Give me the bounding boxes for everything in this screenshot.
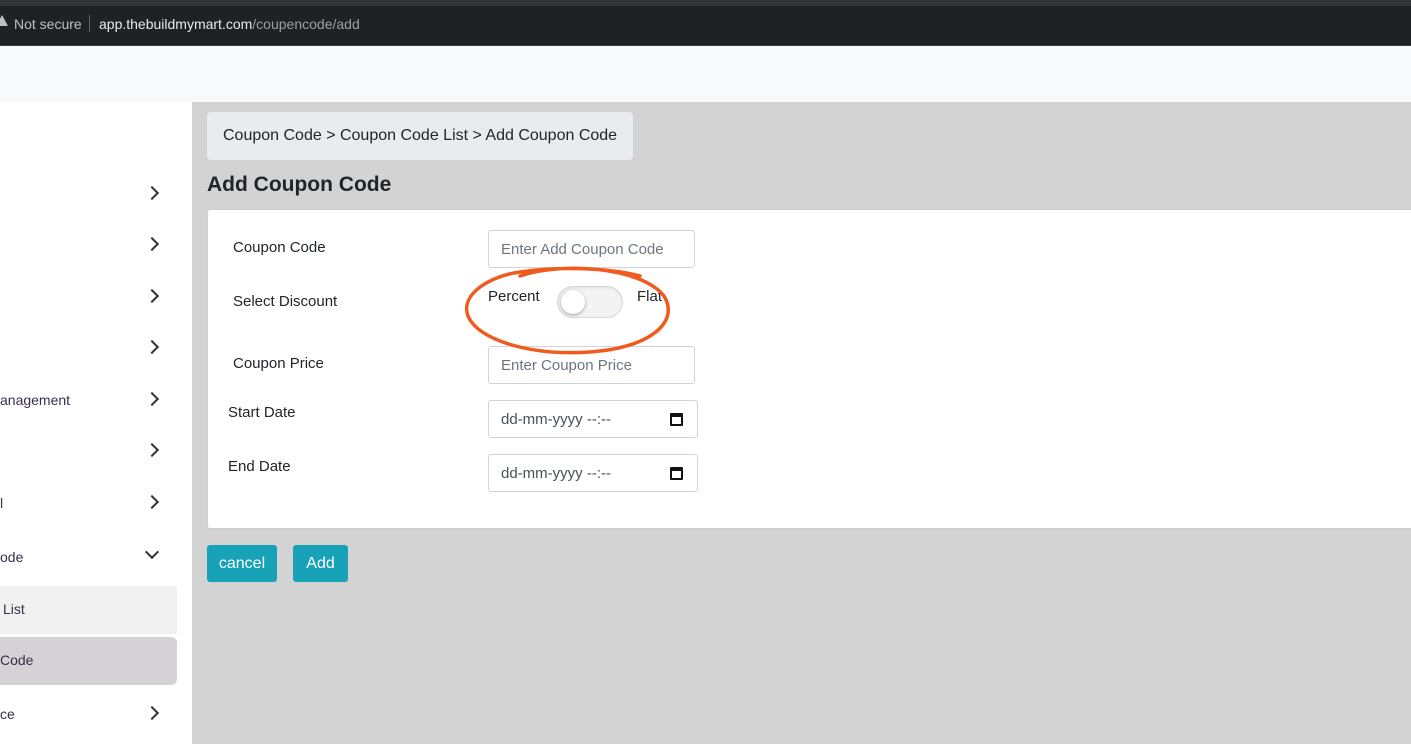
sidebar-item[interactable]	[0, 275, 177, 321]
calendar-icon[interactable]	[670, 467, 683, 480]
sidebar-subitem-coupon-code-list[interactable]: List	[0, 586, 177, 634]
sidebar-item-label: ode	[0, 549, 24, 565]
discount-type-toggle[interactable]	[557, 286, 623, 318]
sidebar-subitem-label: Code	[0, 652, 34, 668]
coupon-code-label: Coupon Code	[233, 239, 326, 256]
chevron-right-icon	[144, 442, 160, 458]
page-title: Add Coupon Code	[207, 173, 392, 196]
url-host: app.thebuildmymart.com	[99, 16, 253, 32]
coupon-code-input[interactable]	[488, 230, 695, 268]
select-discount-label: Select Discount	[233, 293, 338, 310]
end-date-label: End Date	[228, 458, 291, 475]
sidebar-subitem-label: List	[3, 601, 25, 617]
sidebar-item-label: ce	[0, 706, 15, 722]
start-date-label: Start Date	[228, 404, 296, 421]
sidebar-item-label: anagement	[0, 392, 71, 408]
end-date-input[interactable]: dd-mm-yyyy --:--	[488, 454, 698, 492]
chevron-right-icon	[144, 705, 160, 721]
sidebar-item[interactable]	[0, 223, 177, 269]
sidebar-item-management[interactable]: anagement	[0, 378, 177, 424]
security-label[interactable]: Not secure	[14, 16, 82, 32]
sidebar-subitem-add-coupon-code[interactable]: Code	[0, 637, 177, 685]
sidebar-item[interactable]	[0, 172, 177, 218]
chevron-down-icon	[144, 544, 160, 560]
sidebar-item-coupon-code[interactable]: ode	[0, 535, 177, 581]
coupon-form-card	[207, 209, 1411, 529]
discount-option-flat: Flat	[637, 288, 663, 305]
sidebar-item[interactable]	[0, 429, 177, 475]
sidebar-item[interactable]: ce	[0, 692, 177, 738]
coupon-price-input[interactable]	[488, 346, 695, 384]
url-text[interactable]: app.thebuildmymart.com/coupencode/add	[99, 16, 360, 32]
chevron-right-icon	[144, 288, 160, 304]
chevron-right-icon	[144, 391, 160, 407]
start-date-value: dd-mm-yyyy --:--	[501, 411, 611, 428]
chevron-right-icon	[144, 494, 160, 510]
app-header	[0, 46, 1411, 102]
start-date-input[interactable]: dd-mm-yyyy --:--	[488, 400, 698, 438]
sidebar-item[interactable]	[0, 326, 177, 372]
add-button[interactable]: Add	[293, 545, 348, 582]
toggle-knob	[561, 290, 585, 314]
warning-icon	[0, 15, 8, 26]
discount-option-percent: Percent	[488, 288, 540, 305]
address-separator	[89, 15, 90, 32]
calendar-icon[interactable]	[670, 413, 683, 426]
chevron-right-icon	[144, 236, 160, 252]
cancel-button[interactable]: cancel	[207, 545, 277, 582]
coupon-price-label: Coupon Price	[233, 355, 324, 372]
breadcrumb[interactable]: Coupon Code > Coupon Code List > Add Cou…	[207, 112, 633, 160]
end-date-value: dd-mm-yyyy --:--	[501, 465, 611, 482]
sidebar-item[interactable]: l	[0, 481, 177, 527]
sidebar: anagement l ode List Code ce	[0, 102, 192, 744]
chevron-right-icon	[144, 339, 160, 355]
url-path: /coupencode/add	[252, 16, 360, 32]
chevron-right-icon	[144, 185, 160, 201]
browser-address-bar: Not secure app.thebuildmymart.com/coupen…	[0, 0, 1411, 45]
sidebar-item-label: l	[0, 495, 4, 511]
